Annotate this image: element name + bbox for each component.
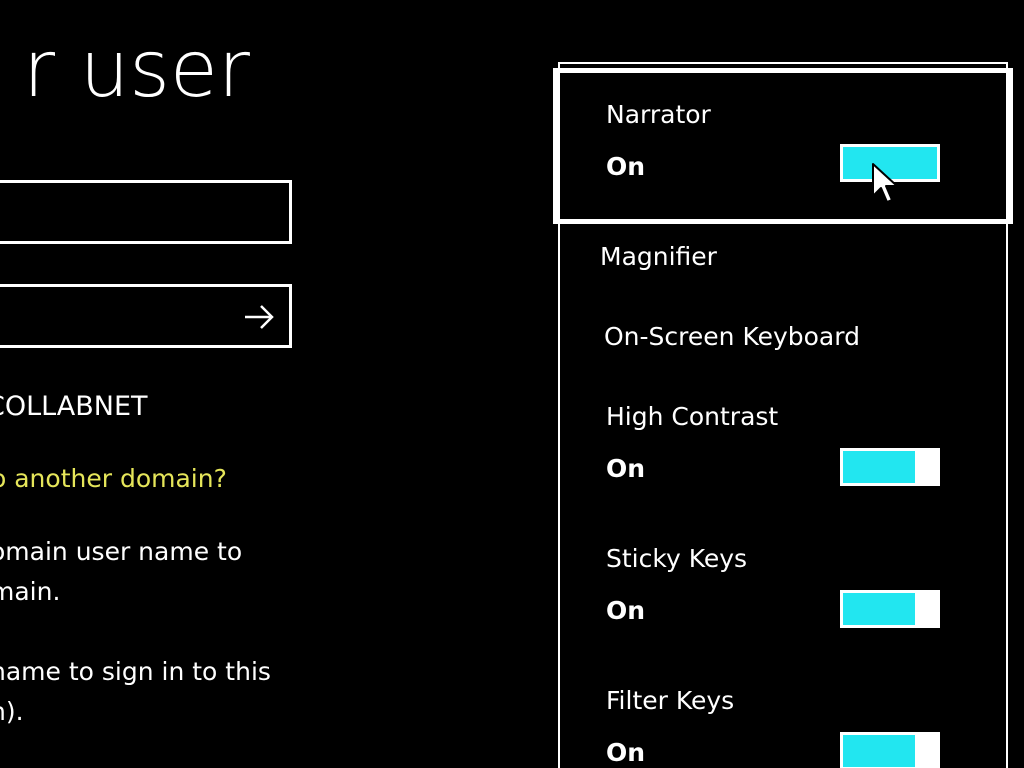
toggle-fill [843, 147, 937, 179]
toggle-thumb[interactable] [918, 732, 940, 768]
toggle-fill [843, 735, 915, 767]
narrator-toggle[interactable] [840, 144, 940, 182]
sticky-keys-label: Sticky Keys [606, 544, 748, 573]
filter-keys-label: Filter Keys [606, 686, 735, 715]
filter-keys-state: On [606, 738, 646, 767]
help-text-line: main. [0, 577, 61, 606]
filter-keys-item[interactable]: Filter Keys On [600, 684, 1000, 768]
narrator-state: On [606, 152, 646, 181]
high-contrast-state: On [606, 454, 646, 483]
high-contrast-toggle[interactable] [840, 448, 940, 486]
sticky-keys-state: On [606, 596, 646, 625]
high-contrast-label: High Contrast [606, 402, 779, 431]
toggle-thumb[interactable] [918, 448, 940, 486]
filter-keys-toggle[interactable] [840, 732, 940, 768]
magnifier-label: Magnifier [600, 242, 717, 271]
filter-keys-toggle-row [840, 732, 940, 768]
username-field[interactable] [0, 180, 292, 244]
password-field[interactable] [0, 284, 292, 348]
username-input[interactable] [7, 183, 241, 243]
password-input[interactable] [7, 287, 241, 347]
help-text-line: omain user name to [0, 537, 243, 566]
sticky-keys-toggle-row [840, 590, 940, 628]
toggle-fill [843, 593, 915, 625]
toggle-fill [843, 451, 915, 483]
domain-name: COLLABNET [0, 391, 148, 422]
help-text-local: name to sign in to this n). [0, 652, 271, 732]
on-screen-keyboard-label: On-Screen Keyboard [604, 322, 860, 351]
page-title: r user [23, 25, 250, 115]
magnifier-item[interactable]: Magnifier [600, 240, 1000, 280]
arrow-right-icon[interactable] [241, 299, 277, 335]
sticky-keys-toggle[interactable] [840, 590, 940, 628]
help-text-domain: omain user name to main. [0, 532, 242, 612]
other-domain-link[interactable]: o another domain? [0, 462, 227, 496]
high-contrast-item[interactable]: High Contrast On [600, 400, 1000, 510]
on-screen-keyboard-item[interactable]: On-Screen Keyboard [600, 320, 1000, 360]
toggle-thumb[interactable] [918, 590, 940, 628]
narrator-item[interactable]: Narrator On [600, 98, 1000, 208]
high-contrast-toggle-row [840, 448, 940, 486]
sign-in-screen: r user COLLABNET o another domain? omain… [0, 0, 1024, 768]
narrator-label: Narrator [606, 100, 711, 129]
help-text-line: n). [0, 697, 24, 726]
help-text-line: name to sign in to this [0, 657, 271, 686]
sticky-keys-item[interactable]: Sticky Keys On [600, 542, 1000, 652]
